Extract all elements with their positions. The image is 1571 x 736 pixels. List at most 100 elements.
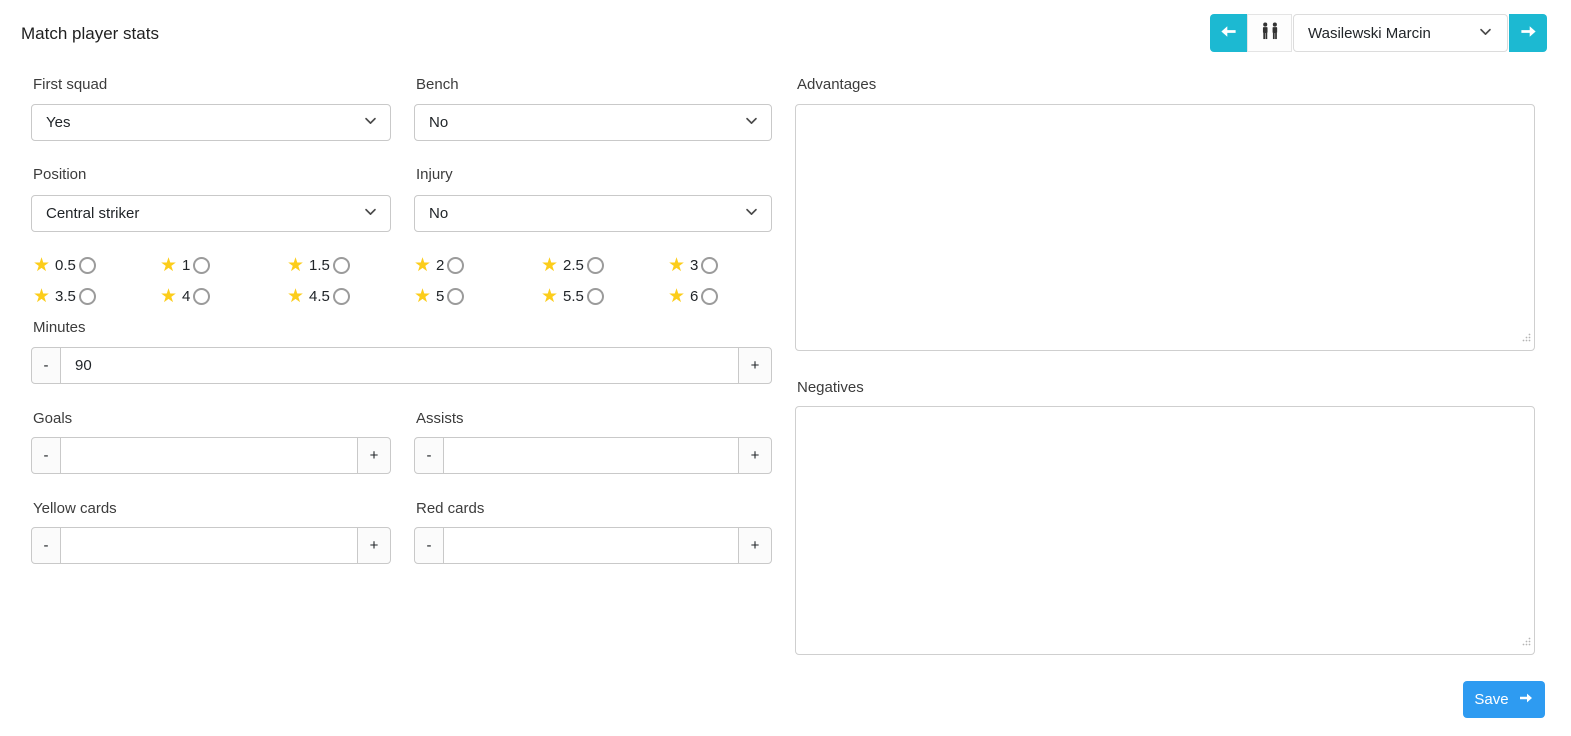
player-select[interactable]: Wasilewski Marcin [1293,14,1508,52]
star-icon: ★ [287,254,305,276]
player-navigation: Wasilewski Marcin [1210,14,1547,52]
advantages-label: Advantages [797,76,877,93]
rating-radio[interactable] [701,287,719,305]
rating-label: 1.5 [309,256,330,274]
yellow-cards-input[interactable] [61,527,357,564]
resize-grip-icon[interactable] [1522,633,1531,651]
goals-increment-button[interactable]: + [357,437,391,474]
arrow-right-icon [1518,690,1534,710]
yellow-cards-decrement-button[interactable]: - [31,527,61,564]
bench-select[interactable]: No [414,104,772,141]
assists-increment-button[interactable]: + [738,437,772,474]
rating-radio[interactable] [78,287,96,305]
rating-radio[interactable] [332,287,350,305]
goals-label: Goals [33,410,73,427]
star-icon: ★ [287,285,305,307]
rating-options: ★ 0.5 ★ 1 ★ 1.5 ★ 2 ★ 2.5 ★ 3 ★ 3.5 ★ 4 … [33,254,795,307]
star-icon: ★ [33,285,51,307]
rating-option-2[interactable]: ★ 2 [414,254,465,276]
star-icon: ★ [668,254,686,276]
negatives-textarea[interactable] [795,406,1535,655]
rating-label: 6 [690,287,699,305]
goals-stepper: - + [31,437,391,474]
advantages-field [795,104,1535,351]
assists-decrement-button[interactable]: - [414,437,444,474]
position-label: Position [33,166,87,183]
goals-input[interactable] [61,437,357,474]
minutes-decrement-button[interactable]: - [31,347,61,384]
injury-value: No [429,205,449,222]
first-squad-select[interactable]: Yes [31,104,391,141]
rating-label: 5 [436,287,445,305]
page-title: Match player stats [21,24,159,43]
assists-stepper: - + [414,437,772,474]
save-button-label: Save [1474,691,1509,708]
rating-label: 4 [182,287,191,305]
resize-grip-icon[interactable] [1522,329,1531,347]
rating-label: 1 [182,256,191,274]
star-icon: ★ [414,254,432,276]
bench-label: Bench [416,76,459,93]
yellow-cards-stepper: - + [31,527,391,564]
position-select[interactable]: Central striker [31,195,391,232]
rating-label: 3 [690,256,699,274]
rating-option-3[interactable]: ★ 3 [668,254,719,276]
next-player-button[interactable] [1509,14,1547,52]
rating-option-5.5[interactable]: ★ 5.5 [541,285,604,307]
rating-label: 5.5 [563,287,584,305]
yellow-cards-increment-button[interactable]: + [357,527,391,564]
injury-select[interactable]: No [414,195,772,232]
rating-radio[interactable] [447,256,465,274]
rating-radio[interactable] [447,287,465,305]
save-button[interactable]: Save [1463,681,1545,718]
rating-radio[interactable] [78,256,96,274]
chevron-down-icon [363,113,378,132]
minutes-label: Minutes [33,319,86,336]
rating-radio[interactable] [193,256,211,274]
match-player-stats-page: Match player stats Wasilewski Marcin Fir… [0,0,1571,736]
star-icon: ★ [668,285,686,307]
bench-value: No [429,114,449,131]
yellow-cards-label: Yellow cards [33,500,117,517]
rating-option-0.5[interactable]: ★ 0.5 [33,254,96,276]
red-cards-increment-button[interactable]: + [738,527,772,564]
chevron-down-icon [744,204,759,223]
star-icon: ★ [541,285,559,307]
star-icon: ★ [414,285,432,307]
star-icon: ★ [160,254,178,276]
rating-radio[interactable] [586,287,604,305]
red-cards-stepper: - + [414,527,772,564]
chevron-down-icon [744,113,759,132]
injury-label: Injury [416,166,453,183]
rating-option-6[interactable]: ★ 6 [668,285,719,307]
assists-input[interactable] [444,437,738,474]
rating-option-1.5[interactable]: ★ 1.5 [287,254,350,276]
position-value: Central striker [46,205,140,222]
advantages-textarea[interactable] [795,104,1535,351]
rating-option-5[interactable]: ★ 5 [414,285,465,307]
red-cards-label: Red cards [416,500,485,517]
minutes-increment-button[interactable]: + [738,347,772,384]
rating-radio[interactable] [332,256,350,274]
red-cards-decrement-button[interactable]: - [414,527,444,564]
people-icon [1259,21,1281,46]
rating-option-2.5[interactable]: ★ 2.5 [541,254,604,276]
rating-radio[interactable] [586,256,604,274]
rating-option-1[interactable]: ★ 1 [160,254,211,276]
red-cards-input[interactable] [444,527,738,564]
chevron-down-icon [1478,24,1493,43]
minutes-input[interactable] [61,347,738,384]
rating-option-3.5[interactable]: ★ 3.5 [33,285,96,307]
rating-option-4.5[interactable]: ★ 4.5 [287,285,350,307]
players-list-button[interactable] [1247,14,1292,52]
previous-player-button[interactable] [1210,14,1247,52]
rating-label: 0.5 [55,256,76,274]
goals-decrement-button[interactable]: - [31,437,61,474]
first-squad-value: Yes [46,114,71,131]
chevron-down-icon [363,204,378,223]
rating-radio[interactable] [701,256,719,274]
negatives-field [795,406,1535,655]
rating-option-4[interactable]: ★ 4 [160,285,211,307]
rating-radio[interactable] [193,287,211,305]
arrow-left-icon [1219,22,1238,44]
